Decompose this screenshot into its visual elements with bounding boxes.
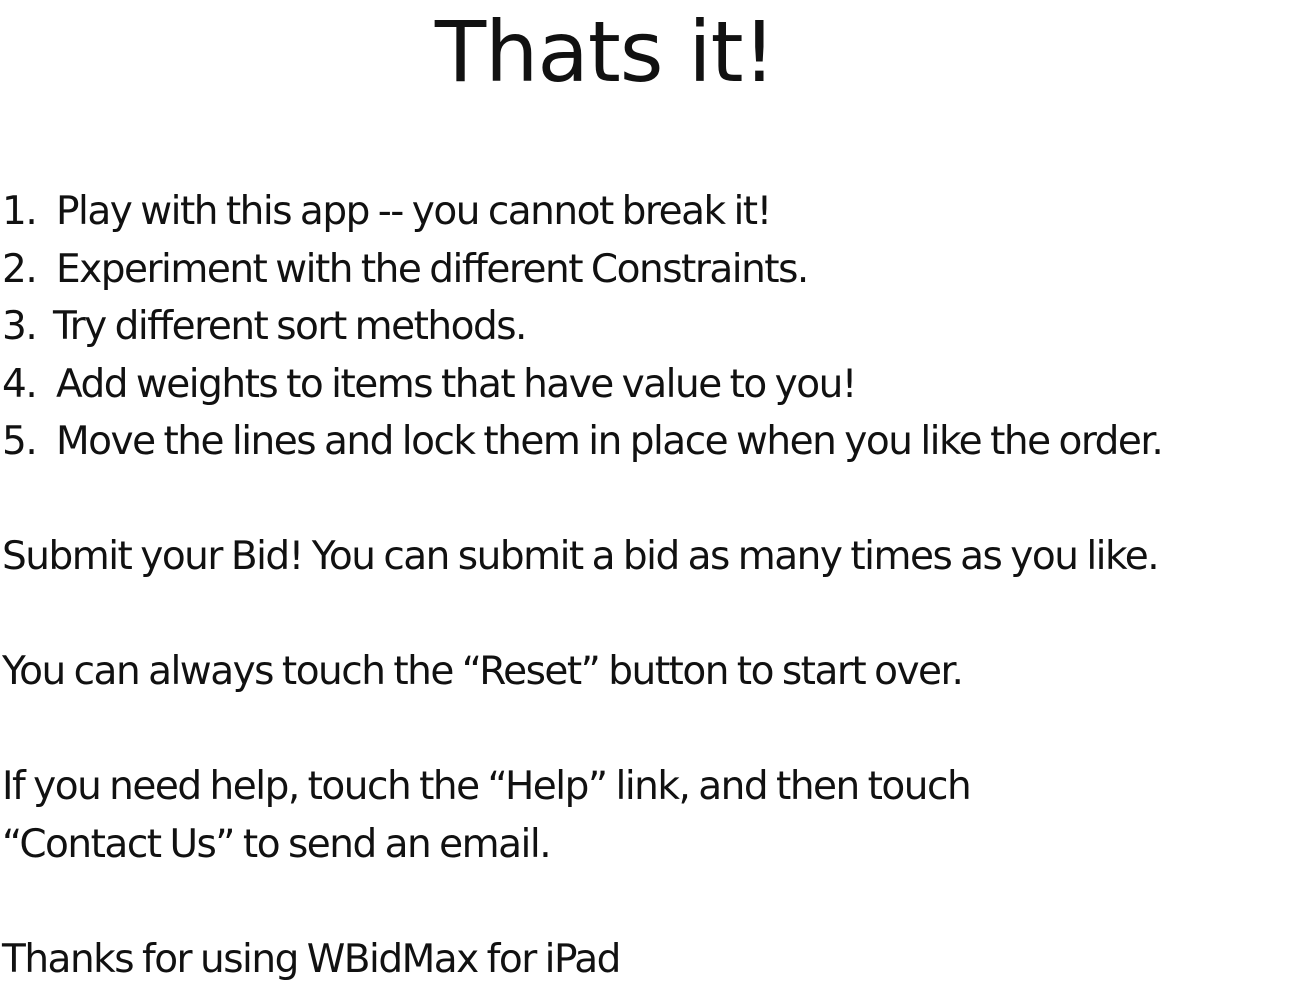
step-item: 2. Experiment with the different Constrai…	[2, 241, 1298, 299]
step-text: Play with this app -- you cannot break i…	[56, 189, 772, 234]
help-line: If you need help, touch the “Help” link,…	[2, 764, 972, 809]
step-number: 3.	[2, 304, 38, 349]
step-number: 1.	[2, 189, 38, 234]
help-line: “Contact Us” to send an email.	[2, 821, 552, 867]
reset-paragraph: You can always touch the “Reset” button …	[2, 649, 964, 694]
step-number: 4.	[2, 361, 38, 407]
instructions-content: 1. Play with this app -- you cannot break…	[2, 183, 1298, 988]
step-text: Try different sort methods.	[53, 304, 527, 349]
step-number: 2.	[2, 246, 38, 292]
submit-paragraph: Submit your Bid! You can submit a bid as…	[2, 534, 1160, 579]
step-text: Move the lines and lock them in place wh…	[56, 419, 1164, 464]
thanks-paragraph: Thanks for using WBidMax for iPad	[2, 936, 621, 982]
step-item: 5. Move the lines and lock them in place …	[2, 413, 1298, 471]
step-number: 5.	[2, 419, 38, 464]
step-item: 3. Try different sort methods.	[2, 298, 1298, 356]
step-item: 1. Play with this app -- you cannot break…	[2, 183, 1298, 241]
help-paragraph: If you need help, touch the “Help” link,…	[2, 758, 1298, 873]
step-text: Add weights to items that have value to …	[56, 361, 857, 407]
steps-list: 1. Play with this app -- you cannot break…	[2, 183, 1298, 471]
page-title: Thats it!	[434, 3, 776, 101]
step-text: Experiment with the different Constraint…	[56, 246, 809, 292]
step-item: 4. Add weights to items that have value t…	[2, 356, 1298, 414]
